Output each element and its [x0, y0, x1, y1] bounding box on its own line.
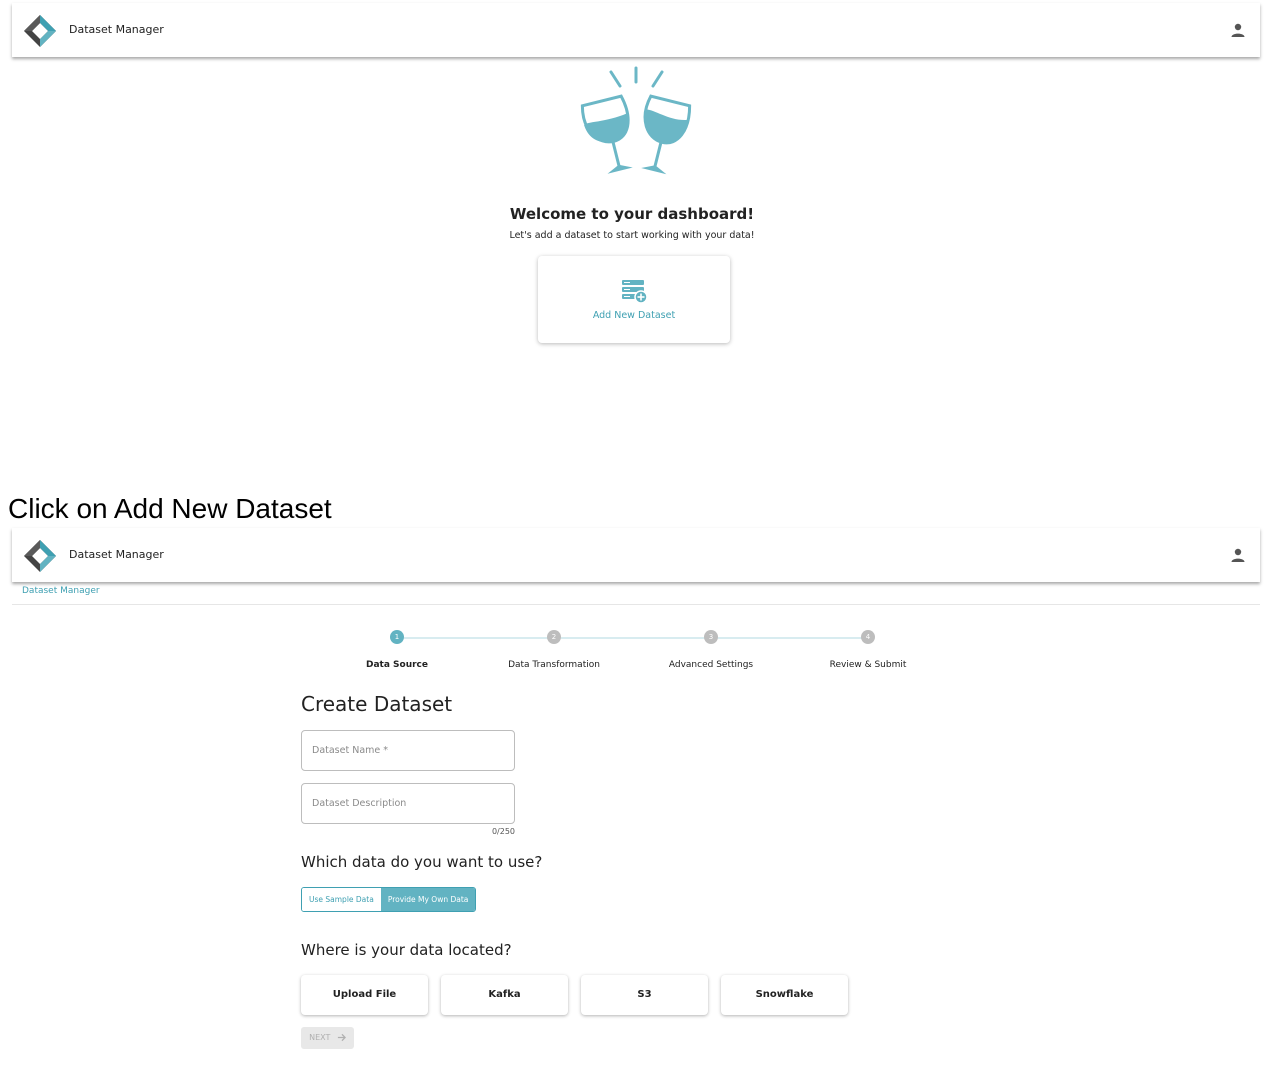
dataset-name-input[interactable] — [312, 731, 502, 770]
user-icon[interactable] — [1230, 22, 1246, 38]
use-sample-data-option[interactable]: Use Sample Data — [302, 888, 381, 911]
source-kafka-button[interactable]: Kafka — [441, 975, 568, 1015]
instruction-caption: Click on Add New Dataset — [8, 493, 332, 524]
page-title: Create Dataset — [301, 692, 453, 716]
app-bar: Dataset Manager — [12, 528, 1260, 582]
location-question: Where is your data located? — [301, 941, 512, 959]
breadcrumb[interactable]: Dataset Manager — [22, 586, 100, 596]
step-connector — [718, 637, 862, 639]
step-connector — [561, 637, 705, 639]
welcome-subtitle: Let's add a dataset to start working wit… — [509, 230, 755, 241]
dataset-description-field[interactable] — [301, 783, 515, 824]
app-title: Dataset Manager — [69, 548, 164, 561]
source-s3-button[interactable]: S3 — [581, 975, 708, 1015]
next-button[interactable]: NEXT — [301, 1027, 354, 1049]
step-2-indicator: 2 — [547, 630, 561, 644]
description-char-counter: 0/250 — [491, 827, 515, 836]
user-icon[interactable] — [1230, 547, 1246, 563]
step-1-label: Data Source — [365, 660, 428, 670]
welcome-title: Welcome to your dashboard! — [509, 205, 755, 223]
step-connector — [404, 637, 548, 639]
step-4-indicator: 4 — [861, 630, 875, 644]
add-new-dataset-button[interactable]: Add New Dataset — [538, 256, 730, 343]
app-title: Dataset Manager — [69, 23, 164, 36]
arrow-right-icon — [337, 1033, 346, 1042]
dataset-add-icon — [622, 280, 648, 304]
data-question: Which data do you want to use? — [301, 853, 543, 871]
provide-own-data-option[interactable]: Provide My Own Data — [380, 888, 476, 911]
dataset-description-input[interactable] — [312, 784, 502, 823]
cheers-glasses-icon — [580, 66, 692, 175]
step-4-label: Review & Submit — [829, 660, 907, 670]
step-3-indicator: 3 — [704, 630, 718, 644]
step-2-label: Data Transformation — [508, 660, 600, 670]
step-1-indicator: 1 — [390, 630, 404, 644]
data-choice-toggle: Use Sample Data Provide My Own Data — [301, 887, 477, 912]
app-logo-icon — [24, 540, 56, 572]
breadcrumb-divider — [12, 604, 1260, 605]
source-snowflake-button[interactable]: Snowflake — [721, 975, 848, 1015]
source-upload-file-button[interactable]: Upload File — [301, 975, 428, 1015]
app-bar: Dataset Manager — [12, 3, 1260, 57]
step-3-label: Advanced Settings — [668, 660, 754, 670]
dataset-name-field[interactable] — [301, 730, 515, 771]
next-label: NEXT — [309, 1033, 331, 1042]
add-new-dataset-label: Add New Dataset — [592, 310, 676, 321]
app-logo-icon — [24, 15, 56, 47]
